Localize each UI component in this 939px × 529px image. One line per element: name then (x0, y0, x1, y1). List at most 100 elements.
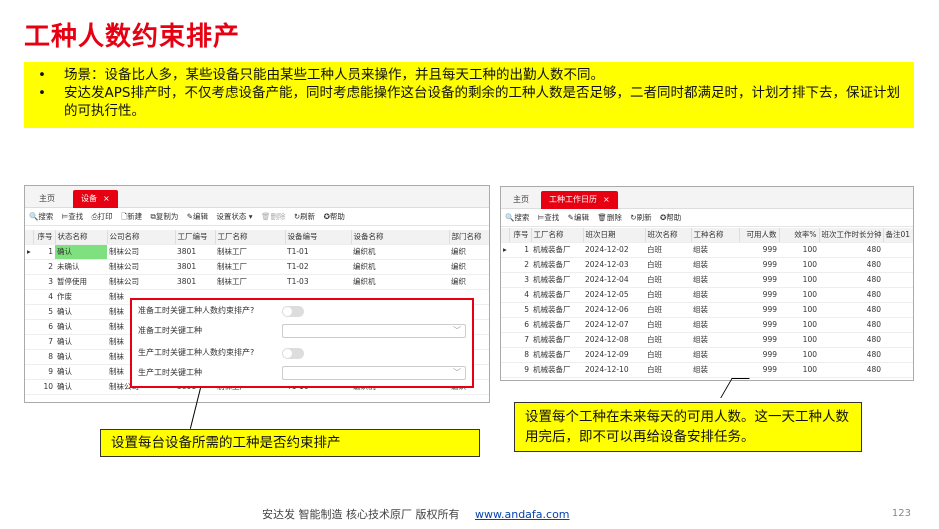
table-cell (883, 347, 913, 363)
col-header[interactable]: 工厂名称 (531, 228, 584, 243)
table-cell: 480 (819, 362, 883, 378)
table-row[interactable]: 8 机械装备厂 2024-12-09 白班 组装 999 100 480 (501, 347, 913, 363)
table-cell: 999 (739, 242, 779, 258)
table-cell: 100 (779, 362, 819, 378)
table-cell: 制袜工厂 (215, 259, 285, 275)
table-row[interactable]: ▸ 1 机械装备厂 2024-12-02 白班 组装 999 100 480 (501, 242, 913, 258)
col-header[interactable]: 班次工作时长分钟 (819, 228, 884, 243)
table-row[interactable]: 7 机械装备厂 2024-12-08 白班 组装 999 100 480 (501, 332, 913, 348)
table-cell: 480 (819, 302, 883, 318)
table-row[interactable]: 2 未确认 制袜公司 3801 制袜工厂 T1-02 编织机 编织 (25, 259, 489, 275)
table-cell: 确认 (55, 349, 107, 365)
table-cell: 10 (509, 377, 531, 380)
row-indicator (501, 332, 509, 348)
table-cell: 4 (509, 287, 531, 303)
col-header[interactable]: 状态名称 (55, 230, 108, 245)
search-button[interactable]: 🔍搜索 (29, 212, 53, 221)
refresh-button[interactable]: ↻刷新 (294, 212, 315, 221)
col-header[interactable]: 公司名称 (107, 230, 176, 245)
delete-button[interactable]: 🗑删除 (261, 212, 286, 221)
table-cell: 2024-12-09 (583, 347, 645, 363)
tab-equipment[interactable]: 设备 × (73, 190, 118, 208)
close-icon[interactable]: × (103, 194, 110, 203)
col-header[interactable]: 班次日期 (583, 228, 646, 243)
footer-text: 安达发 智能制造 核心技术原厂 版权所有 (262, 508, 460, 521)
find-button[interactable]: ⊨查找 (538, 213, 560, 222)
prep-constraint-toggle[interactable] (282, 306, 304, 317)
prod-worktype-select[interactable]: ﹀ (282, 366, 466, 380)
worktype-calendar-panel: 主页 工种工作日历 × 🔍搜索 ⊨查找 ✎编辑 🗑删除 ↻刷新 ✪帮助 序号 工厂… (500, 186, 914, 381)
footer: 安达发 智能制造 核心技术原厂 版权所有 www.andafa.com (262, 506, 570, 522)
table-cell: 3801 (175, 259, 215, 275)
help-button[interactable]: ✪帮助 (660, 213, 681, 222)
prep-worktype-select[interactable]: ﹀ (282, 324, 466, 338)
delete-button[interactable]: 🗑删除 (597, 213, 622, 222)
table-row[interactable]: 3 机械装备厂 2024-12-04 白班 组装 999 100 480 (501, 272, 913, 288)
col-header[interactable]: 效率% (779, 228, 820, 243)
table-row[interactable]: 6 机械装备厂 2024-12-07 白班 组装 999 100 480 (501, 317, 913, 333)
col-header[interactable]: 可用人数 (739, 228, 780, 243)
col-header[interactable]: 序号 (33, 230, 56, 245)
edit-button[interactable]: ✎编辑 (187, 212, 208, 221)
table-cell (883, 287, 913, 303)
tab-home[interactable]: 主页 (31, 190, 63, 208)
table-cell: 480 (819, 377, 883, 380)
prod-constraint-toggle[interactable] (282, 348, 304, 359)
col-header[interactable]: 工厂名称 (215, 230, 286, 245)
col-header[interactable]: 设备名称 (351, 230, 450, 245)
new-button[interactable]: 🗋新建 (121, 212, 142, 221)
table-row[interactable]: 2 机械装备厂 2024-12-03 白班 组装 999 100 480 (501, 257, 913, 273)
col-header[interactable]: 序号 (509, 228, 532, 243)
close-icon[interactable]: × (603, 195, 610, 204)
table-cell: 机械装备厂 (531, 302, 583, 318)
set-status-dropdown[interactable]: 设置状态 ▾ (216, 212, 252, 221)
table-cell: 8 (509, 347, 531, 363)
table-cell: 999 (739, 302, 779, 318)
table-row[interactable]: 3 暂停使用 制袜公司 3801 制袜工厂 T1-03 编织机 编织 (25, 274, 489, 290)
tab-worktype-calendar[interactable]: 工种工作日历 × (541, 191, 618, 209)
table-row[interactable]: ▸ 1 确认 制袜公司 3801 制袜工厂 T1-01 编织机 编织 (25, 244, 489, 260)
table-cell: 2024-12-02 (583, 242, 645, 258)
table-cell: 999 (739, 272, 779, 288)
table-cell: 机械装备厂 (531, 257, 583, 273)
table-cell: 白班 (645, 317, 691, 333)
table-cell: 未确认 (55, 259, 107, 275)
table-cell: 100 (779, 377, 819, 380)
edit-button[interactable]: ✎编辑 (568, 213, 589, 222)
refresh-button[interactable]: ↻刷新 (630, 213, 651, 222)
row-indicator (25, 304, 33, 320)
col-header[interactable]: 工厂编号 (175, 230, 216, 245)
constraint-settings-dialog: 准备工时关键工种人数约束排产? 准备工时关键工种 ﹀ 生产工时关键工种人数约束排… (130, 298, 474, 388)
table-row[interactable]: 10机械装备厂2024-12-11白班组装999100480 (501, 377, 913, 380)
table-row[interactable]: 4 机械装备厂 2024-12-05 白班 组装 999 100 480 (501, 287, 913, 303)
search-button[interactable]: 🔍搜索 (505, 213, 529, 222)
col-header[interactable]: 工种名称 (691, 228, 740, 243)
row-indicator (25, 349, 33, 365)
tab-home[interactable]: 主页 (505, 191, 537, 209)
table-cell (883, 332, 913, 348)
table-cell: 确认 (55, 364, 107, 380)
table-cell: 10 (33, 379, 55, 395)
help-button[interactable]: ✪帮助 (324, 212, 345, 221)
table-row[interactable]: 5 机械装备厂 2024-12-06 白班 组装 999 100 480 (501, 302, 913, 318)
table-cell (883, 272, 913, 288)
table-row[interactable]: 9 机械装备厂 2024-12-10 白班 组装 999 100 480 (501, 362, 913, 378)
website-link[interactable]: www.andafa.com (475, 508, 570, 521)
table-cell: 1 (33, 244, 55, 260)
table-cell: 999 (739, 347, 779, 363)
copy-as-button[interactable]: ⧉复制为 (150, 212, 178, 221)
row-indicator (25, 379, 33, 395)
table-cell: 5 (509, 302, 531, 318)
page-number: 123 (891, 508, 911, 519)
prep-worktype-label: 准备工时关键工种 (138, 326, 202, 335)
col-header[interactable]: 部门名称 (449, 230, 489, 245)
col-header[interactable]: 设备编号 (285, 230, 352, 245)
col-header[interactable]: 备注01 (883, 228, 913, 243)
table-cell: 确认 (55, 334, 107, 350)
table-cell: 999 (739, 257, 779, 273)
col-header[interactable]: 班次名称 (645, 228, 692, 243)
table-cell: 1 (509, 242, 531, 258)
find-button[interactable]: ⊨查找 (62, 212, 84, 221)
print-button[interactable]: ⎙打印 (92, 212, 113, 221)
row-indicator (25, 259, 33, 275)
